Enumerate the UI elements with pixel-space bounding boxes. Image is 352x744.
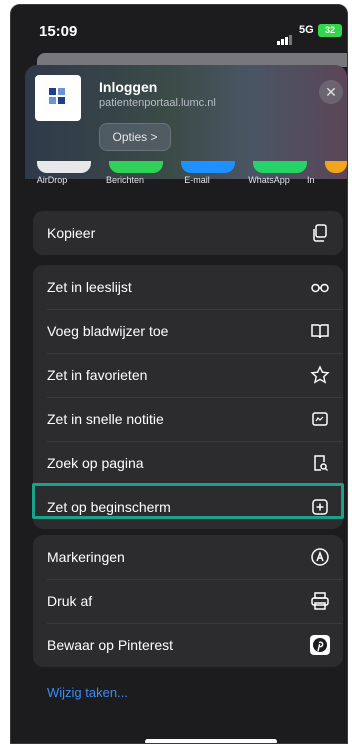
action-find-on-page[interactable]: Zoek op pagina: [33, 441, 343, 485]
app-label-whatsapp[interactable]: WhatsApp: [234, 175, 304, 185]
status-bar: 15:09 5G 32: [11, 5, 347, 55]
glasses-icon: [309, 276, 331, 298]
quick-note-icon: [309, 408, 331, 430]
airdrop-icon[interactable]: [37, 161, 91, 173]
action-label: Zet in leeslijst: [47, 279, 132, 295]
action-label: Zet in favorieten: [47, 367, 148, 383]
action-quick-note[interactable]: Zet in snelle notitie: [33, 397, 343, 441]
battery-icon: 32: [318, 24, 342, 37]
whatsapp-icon[interactable]: [253, 161, 307, 173]
close-icon[interactable]: ✕: [319, 80, 343, 104]
messages-icon[interactable]: [109, 161, 163, 173]
status-time: 15:09: [39, 23, 78, 40]
action-bookmark[interactable]: Voeg bladwijzer toe: [33, 309, 343, 353]
book-icon: [309, 320, 331, 342]
network-label: 5G: [299, 24, 314, 36]
action-copy[interactable]: Kopieer: [33, 211, 343, 255]
action-add-to-home-screen[interactable]: Zet op beginscherm: [33, 485, 343, 529]
action-label: Zet in snelle notitie: [47, 411, 164, 427]
share-sheet-screen: 15:09 5G 32 Inloggen patientenportaal.lu…: [10, 4, 348, 744]
action-reading-list[interactable]: Zet in leeslijst: [33, 265, 343, 309]
action-favorites[interactable]: Zet in favorieten: [33, 353, 343, 397]
markup-icon: [309, 546, 331, 568]
options-button[interactable]: Opties >: [99, 123, 171, 151]
action-label: Markeringen: [47, 549, 125, 565]
action-label: Zoek op pagina: [47, 455, 144, 471]
action-markup[interactable]: Markeringen: [33, 535, 343, 579]
page-actions-group: Zet in leeslijst Voeg bladwijzer toe Zet…: [33, 265, 343, 529]
action-print[interactable]: Druk af: [33, 579, 343, 623]
action-label: Bewaar op Pinterest: [47, 637, 174, 653]
app-label-messages[interactable]: Berichten: [90, 175, 160, 185]
share-header: Inloggen patientenportaal.lumc.nl Opties…: [25, 65, 347, 179]
more-app-icon[interactable]: [325, 161, 347, 173]
print-icon: [309, 590, 331, 612]
pinterest-icon: [309, 634, 331, 656]
edit-actions-link[interactable]: Wijzig taken...: [47, 685, 128, 700]
signal-icon: [277, 27, 293, 45]
site-logo-icon: [35, 75, 81, 121]
copy-group: Kopieer: [33, 211, 343, 255]
app-label-mail[interactable]: E-mail: [162, 175, 232, 185]
home-indicator: [145, 739, 277, 743]
action-label: Voeg bladwijzer toe: [47, 323, 169, 339]
app-label-more[interactable]: In: [307, 175, 337, 185]
find-on-page-icon: [309, 452, 331, 474]
app-label-airdrop[interactable]: AirDrop: [17, 175, 87, 185]
mail-icon[interactable]: [181, 161, 235, 173]
action-pinterest[interactable]: Bewaar op Pinterest: [33, 623, 343, 667]
star-icon: [309, 364, 331, 386]
extra-actions-group: Markeringen Druk af Bewaar op Pinterest: [33, 535, 343, 667]
add-square-icon: [309, 496, 331, 518]
page-title: Inloggen: [99, 79, 158, 95]
action-label: Druk af: [47, 593, 93, 609]
action-label: Kopieer: [47, 225, 96, 241]
copy-icon: [309, 222, 331, 244]
action-label: Zet op beginscherm: [47, 499, 171, 515]
page-url: patientenportaal.lumc.nl: [99, 97, 216, 109]
